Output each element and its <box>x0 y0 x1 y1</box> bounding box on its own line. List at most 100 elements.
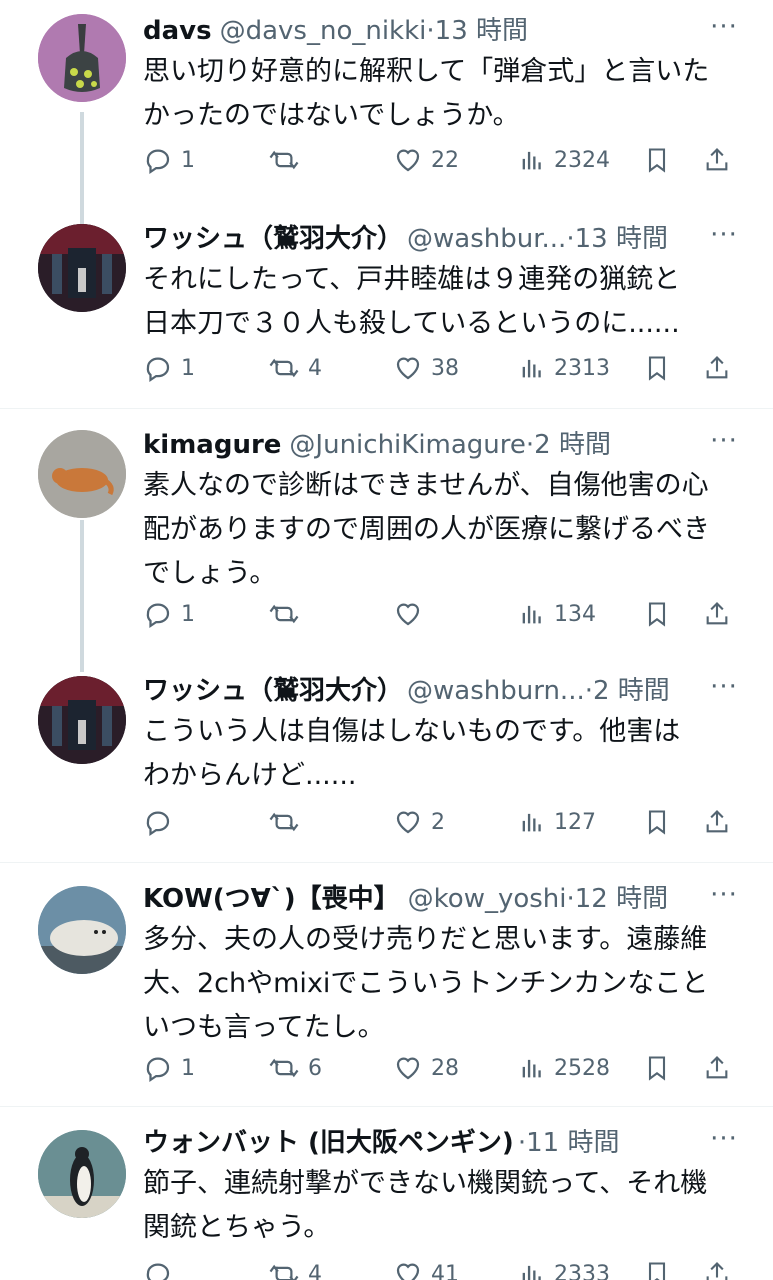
separator: · <box>584 676 593 706</box>
author-handle[interactable]: @davs_no_nikki <box>220 12 427 50</box>
tweet-text: こういう人は自傷はしないものです。他害は わからんけど...... <box>143 710 743 798</box>
text-line: 多分、夫の人の受け売りだと思います。遠藤維 <box>143 924 708 955</box>
reply-button[interactable]: 1 <box>143 140 195 180</box>
author-name[interactable]: ウォンバット (旧大阪ペンギン) <box>143 1124 514 1162</box>
reply-count: 1 <box>181 355 195 381</box>
timestamp[interactable]: 2 時間 <box>534 426 611 464</box>
avatar[interactable] <box>38 224 126 312</box>
text-line: 配がありますので周囲の人が医療に繋げるべき <box>143 514 710 545</box>
text-line: それにしたって、戸井睦雄は９連発の猟銃と <box>143 264 681 295</box>
tweet-text: それにしたって、戸井睦雄は９連発の猟銃と 日本刀で３０人も殺しているというのに.… <box>143 258 743 346</box>
views-button[interactable]: 2324 <box>518 140 610 180</box>
avatar[interactable] <box>38 430 126 518</box>
avatar[interactable] <box>38 1130 126 1218</box>
view-count: 2333 <box>554 1261 610 1280</box>
text-line: こういう人は自傷はしないものです。他害は <box>143 716 681 747</box>
reply-button[interactable]: 1 <box>143 348 195 388</box>
retweet-button[interactable] <box>268 802 308 842</box>
text-line: 関銃とちゃう。 <box>143 1212 331 1243</box>
washu-avatar-icon <box>38 224 126 312</box>
reply-button[interactable]: 1 <box>143 594 195 634</box>
thread-line <box>80 112 84 224</box>
bookmark-button[interactable] <box>643 802 671 842</box>
text-line: いつも言ってたし。 <box>143 1012 385 1043</box>
retweet-icon <box>269 812 299 832</box>
author-handle[interactable]: @washbur... <box>407 220 566 258</box>
author-handle[interactable]: @kow_yoshi <box>408 880 567 918</box>
tweet-header: KOW(つ∀`)【喪中】 @kow_yoshi · 12 時間 <box>143 880 703 918</box>
more-options-button[interactable]: ··· <box>704 672 744 710</box>
share-button[interactable] <box>703 348 731 388</box>
like-button[interactable]: 22 <box>393 140 459 180</box>
author-handle[interactable]: @washburn... <box>407 672 585 710</box>
author-name[interactable]: davs <box>143 12 212 50</box>
views-button[interactable]: 127 <box>518 802 596 842</box>
like-button[interactable]: 28 <box>393 1048 459 1088</box>
thread-line <box>80 520 84 672</box>
more-options-button[interactable]: ··· <box>704 220 744 258</box>
reply-icon <box>146 149 170 174</box>
timestamp[interactable]: 11 時間 <box>526 1124 619 1162</box>
timestamp[interactable]: 13 時間 <box>435 12 528 50</box>
tweet-text: 思い切り好意的に解釈して「弾倉式」と言いた かったのではないでしょうか。 <box>143 50 743 138</box>
views-button[interactable]: 134 <box>518 594 596 634</box>
share-button[interactable] <box>703 1048 731 1088</box>
bookmark-icon <box>648 810 666 835</box>
separator: · <box>426 16 435 46</box>
bookmark-button[interactable] <box>643 594 671 634</box>
share-button[interactable] <box>703 802 731 842</box>
views-button[interactable]: 2333 <box>518 1254 610 1280</box>
tweet-text: 節子、連続射撃ができない機関銃って、それ機 関銃とちゃう。 <box>143 1162 743 1250</box>
author-name[interactable]: ワッシュ（鷲羽大介） <box>143 672 403 710</box>
author-name[interactable]: kimagure <box>143 426 281 464</box>
retweet-button[interactable] <box>268 140 308 180</box>
bookmark-button[interactable] <box>643 1254 671 1280</box>
retweet-button[interactable]: 4 <box>268 1254 322 1280</box>
bookmark-button[interactable] <box>643 140 671 180</box>
share-button[interactable] <box>703 594 731 634</box>
reply-button[interactable] <box>143 802 181 842</box>
avatar[interactable] <box>38 676 126 764</box>
author-name[interactable]: KOW(つ∀`)【喪中】 <box>143 880 400 918</box>
bookmark-button[interactable] <box>643 348 671 388</box>
tweet-text: 多分、夫の人の受け売りだと思います。遠藤維 大、2chやmixiでこういうトンチ… <box>143 918 743 1050</box>
retweet-button[interactable]: 6 <box>268 1048 322 1088</box>
reply-icon <box>146 811 170 836</box>
separator: · <box>566 884 575 914</box>
tweet-header: kimagure @JunichiKimagure · 2 時間 <box>143 426 703 464</box>
share-button[interactable] <box>703 1254 731 1280</box>
bookmark-button[interactable] <box>643 1048 671 1088</box>
view-count: 127 <box>554 809 596 835</box>
more-options-button[interactable]: ··· <box>704 1124 744 1162</box>
separator: · <box>566 224 575 254</box>
reply-count: 1 <box>181 601 195 627</box>
share-icon <box>706 1056 728 1079</box>
reply-button[interactable]: 1 <box>143 1048 195 1088</box>
views-button[interactable]: 2313 <box>518 348 610 388</box>
like-count: 28 <box>431 1055 459 1081</box>
more-options-button[interactable]: ··· <box>704 12 744 50</box>
avatar[interactable] <box>38 886 126 974</box>
more-options-button[interactable]: ··· <box>704 880 744 918</box>
timestamp[interactable]: 13 時間 <box>575 220 668 258</box>
like-button[interactable] <box>393 594 431 634</box>
share-icon <box>706 1262 728 1280</box>
like-button[interactable]: 2 <box>393 802 445 842</box>
author-name[interactable]: ワッシュ（鷲羽大介） <box>143 220 403 258</box>
retweet-button[interactable]: 4 <box>268 348 322 388</box>
like-button[interactable]: 38 <box>393 348 459 388</box>
more-options-button[interactable]: ··· <box>704 426 744 464</box>
avatar[interactable] <box>38 14 126 102</box>
like-button[interactable]: 41 <box>393 1254 459 1280</box>
analytics-icon <box>522 605 541 624</box>
timestamp[interactable]: 12 時間 <box>575 880 668 918</box>
timestamp[interactable]: 2 時間 <box>593 672 670 710</box>
retweet-button[interactable] <box>268 594 308 634</box>
analytics-icon <box>522 1059 541 1078</box>
retweet-icon <box>269 150 299 170</box>
author-handle[interactable]: @JunichiKimagure <box>289 426 525 464</box>
action-bar: 2 127 <box>143 802 743 842</box>
reply-button[interactable] <box>143 1254 181 1280</box>
share-button[interactable] <box>703 140 731 180</box>
views-button[interactable]: 2528 <box>518 1048 610 1088</box>
